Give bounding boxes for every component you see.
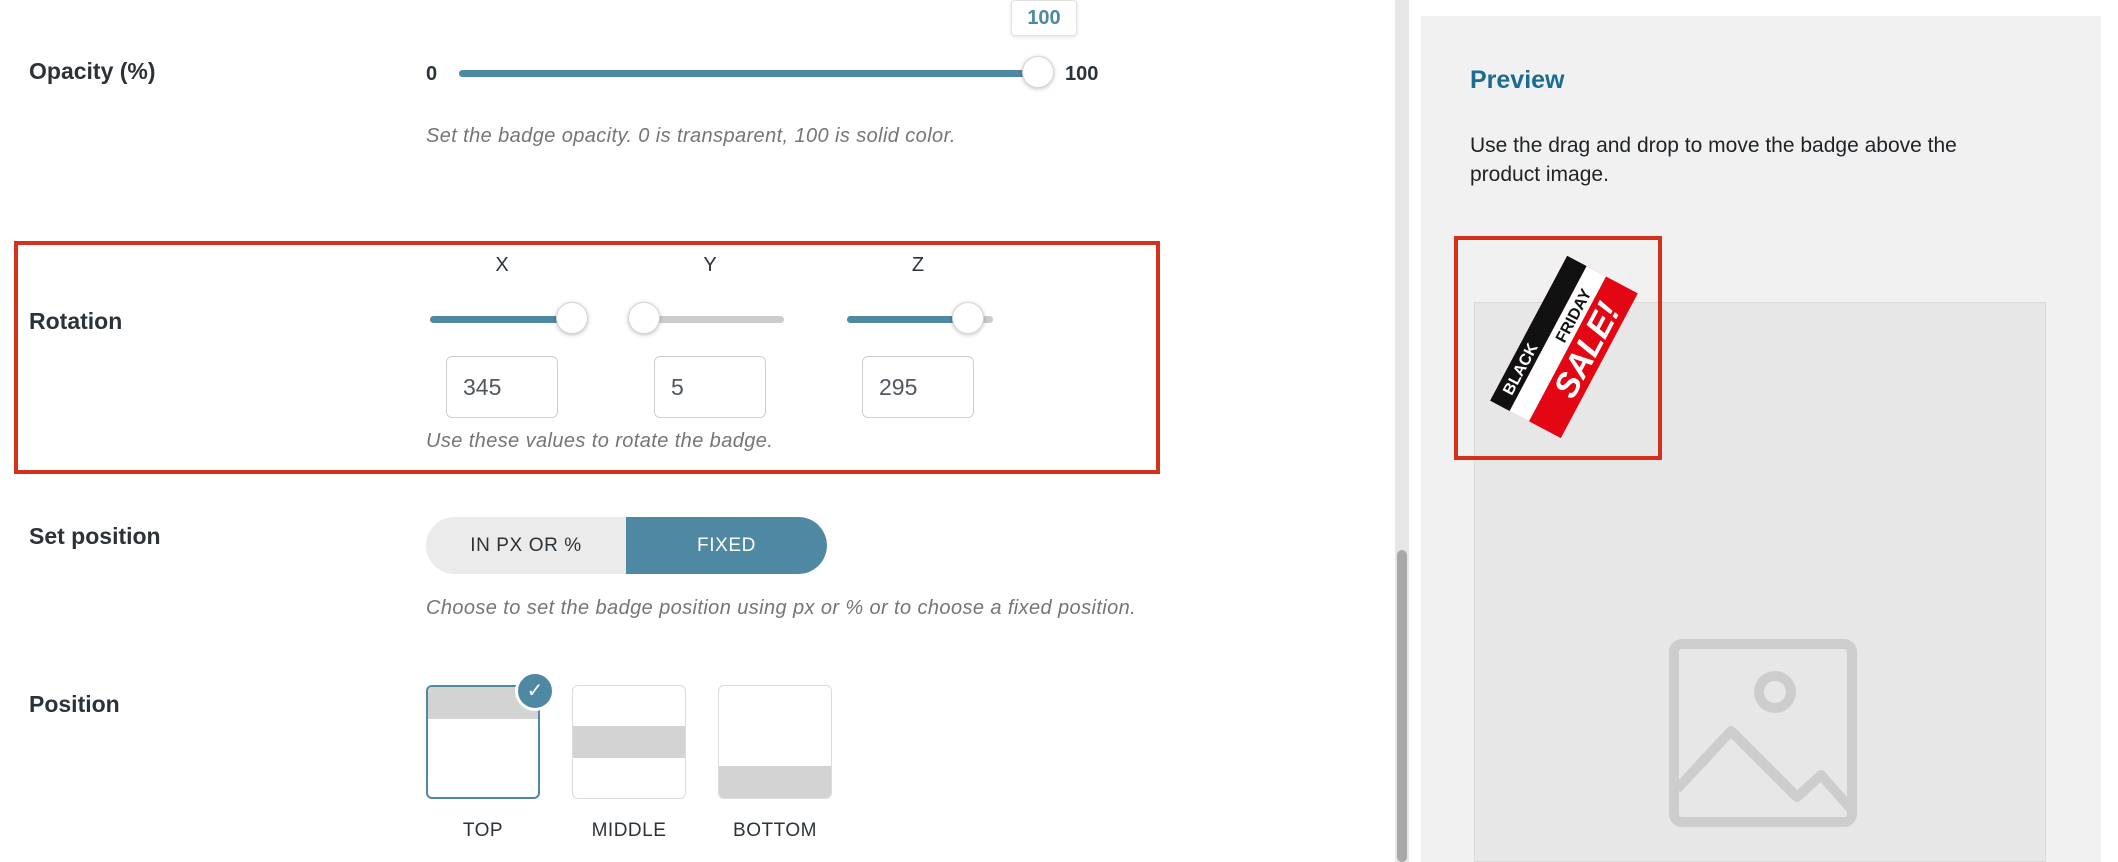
- opacity-label: Opacity (%): [29, 58, 156, 84]
- position-middle-indicator: [573, 726, 685, 758]
- opacity-slider-fill: [459, 70, 1040, 77]
- image-placeholder-icon: [1669, 639, 1857, 827]
- rotation-x-label: X: [495, 254, 509, 276]
- opacity-description: Set the badge opacity. 0 is transparent,…: [426, 125, 956, 147]
- rotation-z-slider-handle[interactable]: [952, 302, 984, 334]
- position-card-bottom[interactable]: [718, 685, 832, 799]
- rotation-x-slider-fill: [430, 316, 570, 323]
- scrollbar-thumb[interactable]: [1397, 550, 1407, 862]
- rotation-z-slider-fill: [847, 316, 967, 323]
- badge-sale[interactable]: BLACK FRIDAY SALE!: [1474, 252, 1654, 442]
- preview-title: Preview: [1470, 66, 1565, 94]
- opacity-max-label: 100: [1065, 63, 1099, 85]
- rotation-x-input[interactable]: 345: [446, 356, 558, 418]
- rotation-y-input[interactable]: 5: [654, 356, 766, 418]
- set-position-toggle: IN PX OR % FIXED: [426, 517, 827, 574]
- set-position-description: Choose to set the badge position using p…: [426, 597, 1137, 619]
- set-position-label: Set position: [29, 523, 161, 549]
- rotation-label: Rotation: [29, 308, 123, 334]
- rotation-z-input[interactable]: 295: [862, 356, 974, 418]
- opacity-slider-handle[interactable]: [1022, 56, 1054, 88]
- rotation-description: Use these values to rotate the badge.: [426, 430, 774, 452]
- rotation-y-slider-handle[interactable]: [628, 302, 660, 334]
- position-middle-label: MIDDLE: [591, 820, 667, 841]
- preview-instructions: Use the drag and drop to move the badge …: [1470, 134, 1957, 186]
- position-card-middle[interactable]: [572, 685, 686, 799]
- position-label: Position: [29, 691, 120, 717]
- opacity-value-tooltip: 100: [1011, 0, 1077, 36]
- opacity-min-label: 0: [426, 63, 438, 85]
- position-top-label: TOP: [462, 820, 504, 841]
- set-position-option-px[interactable]: IN PX OR %: [426, 517, 626, 574]
- check-icon: ✓: [515, 671, 555, 711]
- set-position-option-fixed[interactable]: FIXED: [626, 517, 827, 574]
- position-bottom-label: BOTTOM: [733, 820, 817, 841]
- position-bottom-indicator: [719, 766, 831, 798]
- rotation-z-label: Z: [911, 254, 925, 276]
- rotation-x-slider-handle[interactable]: [556, 302, 588, 334]
- rotation-y-label: Y: [703, 254, 717, 276]
- opacity-slider-track[interactable]: [459, 70, 1040, 77]
